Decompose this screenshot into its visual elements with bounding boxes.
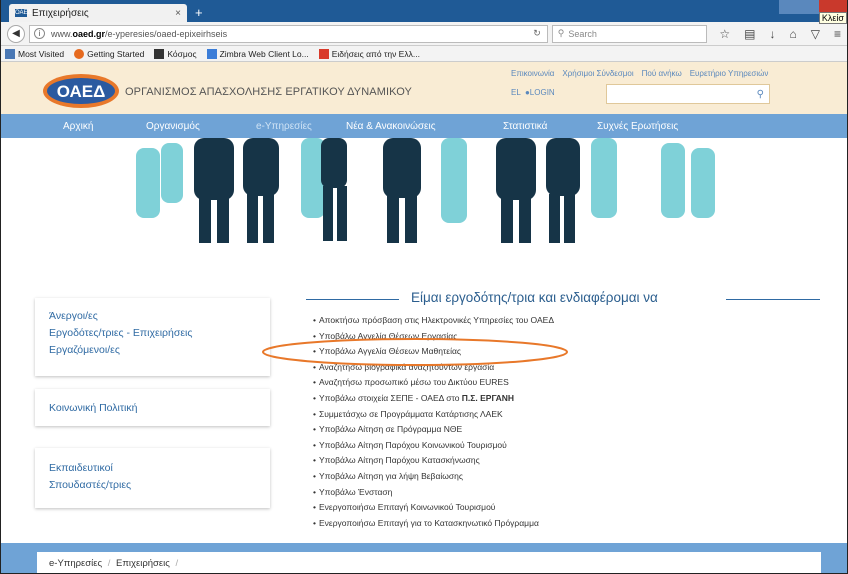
logo-text: ΟΑΕΔ [57, 82, 106, 101]
search-placeholder: Search [568, 28, 597, 39]
ergani-bold: Π.Σ. ΕΡΓΑΝΗ [461, 392, 515, 403]
home-icon[interactable]: ⌂ [790, 27, 797, 41]
navigation-toolbar: ◀ i www.oaed.gr/e-yperesies/oaed-epixeir… [1, 22, 847, 46]
back-arrow-icon[interactable]: ◀ [7, 24, 25, 43]
bookmark-kosmos[interactable]: Κόσμος [154, 48, 197, 59]
browser-search-input[interactable]: ⚲ Search [551, 24, 708, 43]
option-objection[interactable]: Υποβάλω Ένσταση [313, 485, 554, 501]
search-icon: ⚲ [557, 28, 565, 38]
maximize-button[interactable] [799, 0, 819, 14]
zimbra-icon [206, 48, 217, 59]
heading-rule-left [306, 299, 399, 300]
sidebar-item-employers[interactable]: Εργοδότες/τριες - Επιχειρήσεις [49, 325, 256, 342]
bookmark-star-icon[interactable]: ☆ [719, 27, 730, 41]
sidebar-item-employees[interactable]: Εργαζόμενοι/ες [49, 342, 256, 359]
nav-statistics[interactable]: Στατιστικά [503, 121, 547, 132]
toolbar-icons: ☆ ▤ ↓ ⌂ ▽ ≡ [719, 27, 841, 41]
nav-organization[interactable]: Οργανισμός [146, 121, 200, 132]
option-laek-training[interactable]: Συμμετάσχω σε Προγράμματα Κατάρτισης ΛΑΕ… [313, 407, 554, 423]
breadcrumb: e-Υπηρεσίες / Επιχειρήσεις / [37, 552, 821, 573]
downloads-icon[interactable]: ↓ [770, 27, 776, 41]
option-activate-social-tourism[interactable]: Ενεργοποιήσω Επιταγή Κοινωνικού Τουρισμο… [313, 500, 554, 516]
site-info-icon[interactable]: i [33, 28, 45, 39]
nav-home[interactable]: Αρχική [63, 121, 93, 132]
close-tooltip: Κλείσ [818, 12, 847, 24]
bookmarks-bar: Most Visited Getting Started Κόσμος Zimb… [1, 46, 847, 62]
tab-title: Επιχειρήσεις [32, 7, 89, 19]
section-heading: Είμαι εργοδότης/τρια και ενδιαφέρομαι να [411, 290, 658, 305]
option-access-e-services[interactable]: Αποκτήσω πρόσβαση στις Ηλεκτρονικές Υπηρ… [313, 313, 554, 329]
bookmark-most-visited[interactable]: Most Visited [5, 48, 64, 59]
tab-bar: ΟΑΕΔ Επιχειρήσεις × + Κλείσ [1, 0, 847, 24]
minimize-button[interactable] [779, 0, 799, 14]
browser-window: ΟΑΕΔ Επιχειρήσεις × + Κλείσ ◀ i www.oaed… [0, 0, 848, 574]
hero-banner [1, 138, 847, 253]
link-contact[interactable]: Επικοινωνία [511, 69, 554, 78]
option-social-tourism-provider[interactable]: Υποβάλω Αίτηση Παρόχου Κοινωνικού Τουρισ… [313, 438, 554, 454]
top-links: Επικοινωνία Χρήσιμοι Σύνδεσμοι Πού ανήκω… [511, 69, 768, 78]
link-useful-links[interactable]: Χρήσιμοι Σύνδεσμοι [562, 69, 633, 78]
lang-login: EL ●LOGIN [511, 88, 555, 97]
link-services-index[interactable]: Ευρετήριο Υπηρεσιών [690, 69, 769, 78]
option-ergani[interactable]: Υποβάλω στοιχεία ΣΕΠΕ - ΟΑΕΔ στο Π.Σ. ΕΡ… [313, 391, 554, 407]
sidebar-group-audience: Άνεργοι/ες Εργοδότες/τριες - Επιχειρήσει… [35, 298, 270, 376]
menu-icon[interactable]: ≡ [834, 27, 841, 41]
sidebar-item-social-policy[interactable]: Κοινωνική Πολιτική [49, 400, 256, 417]
site-search-input[interactable]: ⚲ [606, 84, 770, 104]
firefox-icon [74, 48, 85, 59]
bookmark-news[interactable]: Ειδήσεις από την Ελλ... [318, 48, 420, 59]
nav-e-services[interactable]: e-Υπηρεσίες [256, 121, 312, 132]
breadcrumb-businesses[interactable]: Επιχειρήσεις [116, 558, 170, 569]
news-icon [318, 48, 329, 59]
bookmark-getting-started[interactable]: Getting Started [74, 48, 144, 59]
kosmos-icon [154, 48, 165, 59]
breadcrumb-separator: / [107, 558, 111, 569]
nav-faq[interactable]: Συχνές Ερωτήσεις [597, 121, 678, 132]
breadcrumb-e-services[interactable]: e-Υπηρεσίες [49, 558, 102, 569]
sidebar-group-education: Εκπαιδευτικοί Σπουδαστές/τριες [35, 448, 270, 508]
option-nthe-program[interactable]: Υποβάλω Αίτηση σε Πρόγραμμα ΝΘΕ [313, 422, 554, 438]
sidebar-item-unemployed[interactable]: Άνεργοι/ες [49, 308, 256, 325]
language-selector[interactable]: EL [511, 88, 521, 97]
search-icon[interactable]: ⚲ [757, 89, 764, 100]
reload-icon[interactable]: ↻ [533, 28, 541, 39]
sidebar-group-social: Κοινωνική Πολιτική [35, 389, 270, 426]
sidebar-item-students[interactable]: Σπουδαστές/τριες [49, 477, 256, 494]
breadcrumb-separator: / [175, 558, 179, 569]
heading-rule-right [726, 299, 820, 300]
most-visited-icon [5, 48, 15, 59]
nav-news[interactable]: Νέα & Ανακοινώσεις [346, 121, 436, 132]
link-where-i-belong[interactable]: Πού ανήκω [642, 69, 682, 78]
bookmark-zimbra[interactable]: Zimbra Web Client Lo... [206, 48, 309, 59]
section-heading-wrap: Είμαι εργοδότης/τρια και ενδιαφέρομαι να [306, 290, 820, 310]
new-tab-button[interactable]: + [195, 5, 203, 20]
option-eures[interactable]: Αναζητήσω προσωπικό μέσω του Δικτύου EUR… [313, 375, 554, 391]
site-header: ΟΑΕΔ ΟΡΓΑΝΙΣΜΟΣ ΑΠΑΣΧΟΛΗΣΗΣ ΕΡΓΑΤΙΚΟΥ ΔΥ… [1, 62, 847, 114]
oaed-logo[interactable]: ΟΑΕΔ [41, 70, 121, 110]
org-name: ΟΡΓΑΝΙΣΜΟΣ ΑΠΑΣΧΟΛΗΣΗΣ ΕΡΓΑΤΙΚΟΥ ΔΥΝΑΜΙΚ… [125, 86, 412, 98]
highlight-annotation-ellipse [262, 338, 568, 366]
bookmarks-library-icon[interactable]: ▤ [744, 27, 755, 41]
tab-close-icon[interactable]: × [175, 8, 181, 19]
option-activate-camping[interactable]: Ενεργοποιήσω Επιταγή για το Κατασκηνωτικ… [313, 516, 554, 532]
browser-tab[interactable]: ΟΑΕΔ Επιχειρήσεις × [9, 4, 187, 22]
main-nav: Αρχική Οργανισμός e-Υπηρεσίες Νέα & Ανακ… [1, 114, 847, 138]
oaed-favicon-icon: ΟΑΕΔ [15, 9, 32, 17]
business-people-illustration [136, 138, 715, 243]
login-link[interactable]: LOGIN [530, 88, 555, 97]
option-camping-provider[interactable]: Υποβάλω Αίτηση Παρόχου Κατασκήνωσης [313, 453, 554, 469]
url-bar[interactable]: i www.oaed.gr/e-yperesies/oaed-epixeirhs… [28, 24, 548, 43]
pocket-icon[interactable]: ▽ [811, 27, 820, 41]
sidebar-item-teachers[interactable]: Εκπαιδευτικοί [49, 460, 256, 477]
option-certificate[interactable]: Υποβάλω Αίτηση για λήψη Βεβαίωσης [313, 469, 554, 485]
url-text: www.oaed.gr/e-yperesies/oaed-epixeirhsei… [50, 28, 228, 39]
